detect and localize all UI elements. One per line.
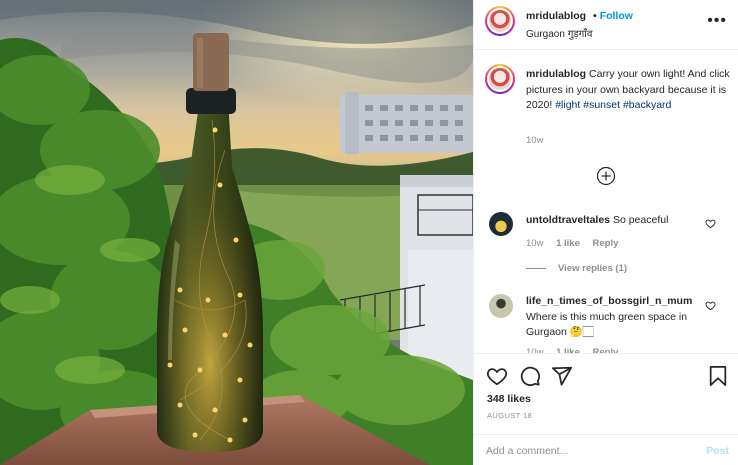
caption-username[interactable]: mridulablog xyxy=(526,68,586,80)
comment-likes[interactable]: 1 like xyxy=(556,238,580,249)
heart-icon[interactable] xyxy=(705,218,716,229)
heart-icon[interactable] xyxy=(705,300,716,311)
author-avatar[interactable] xyxy=(485,6,515,36)
comment-time: 10w xyxy=(526,238,544,249)
comment-composer: Post xyxy=(474,434,738,465)
comment-text: Where is this much green space in Gurgao… xyxy=(526,310,688,339)
post-date[interactable]: AUGUST 18 xyxy=(487,411,532,420)
author-username[interactable]: mridulablog xyxy=(526,10,586,22)
post-sidebar: mridulablog • Follow Gurgaon गुड़गाँव •••… xyxy=(473,0,738,465)
follow-button[interactable]: • Follow xyxy=(593,10,633,22)
bookmark-icon[interactable] xyxy=(707,365,729,387)
comment-icon[interactable] xyxy=(519,365,541,387)
comment-text: So peaceful xyxy=(612,214,669,226)
share-icon[interactable] xyxy=(551,365,573,387)
instagram-post-modal: mridulablog • Follow Gurgaon गुड़गाँव •••… xyxy=(0,0,738,465)
replies-divider xyxy=(526,268,546,269)
add-circle-icon[interactable] xyxy=(596,166,616,186)
post-location[interactable]: Gurgaon गुड़गाँव xyxy=(526,26,592,40)
hashtag[interactable]: #sunset xyxy=(583,99,620,111)
follow-label: Follow xyxy=(599,10,633,22)
caption-text: mridulablog Carry your own light! And cl… xyxy=(526,67,731,114)
commenter-avatar[interactable] xyxy=(489,212,513,236)
caption-timestamp: 10w xyxy=(526,135,544,146)
post-header: mridulablog • Follow Gurgaon गुड़गाँव ••• xyxy=(474,0,738,50)
commenter-username[interactable]: life_n_times_of_bossgirl_n_mum xyxy=(526,295,692,307)
view-replies-button[interactable]: View replies (1) xyxy=(526,263,627,274)
hashtag[interactable]: #light xyxy=(555,99,580,111)
view-replies-label: View replies (1) xyxy=(558,263,627,274)
comment-input[interactable] xyxy=(486,442,686,460)
likes-count[interactable]: 348 likes xyxy=(487,393,531,405)
action-bar: 348 likes AUGUST 18 Post xyxy=(474,353,738,465)
commenter-avatar[interactable] xyxy=(489,294,513,318)
comment-body: life_n_times_of_bossgirl_n_mum Where is … xyxy=(526,294,706,341)
comment-body: untoldtraveltales So peaceful xyxy=(526,213,706,229)
post-comment-button[interactable]: Post xyxy=(706,445,729,457)
caption-avatar[interactable] xyxy=(485,64,515,94)
heart-icon[interactable] xyxy=(486,365,508,387)
photo-bottle-sunset xyxy=(0,0,473,465)
reply-button[interactable]: Reply xyxy=(593,238,619,249)
post-photo[interactable] xyxy=(0,0,473,465)
more-options-icon[interactable]: ••• xyxy=(707,13,727,29)
follow-separator: • xyxy=(593,10,597,22)
commenter-username[interactable]: untoldtraveltales xyxy=(526,214,610,226)
hashtag[interactable]: #backyard xyxy=(623,99,671,111)
comment-meta: 10w 1 like Reply xyxy=(526,238,628,249)
